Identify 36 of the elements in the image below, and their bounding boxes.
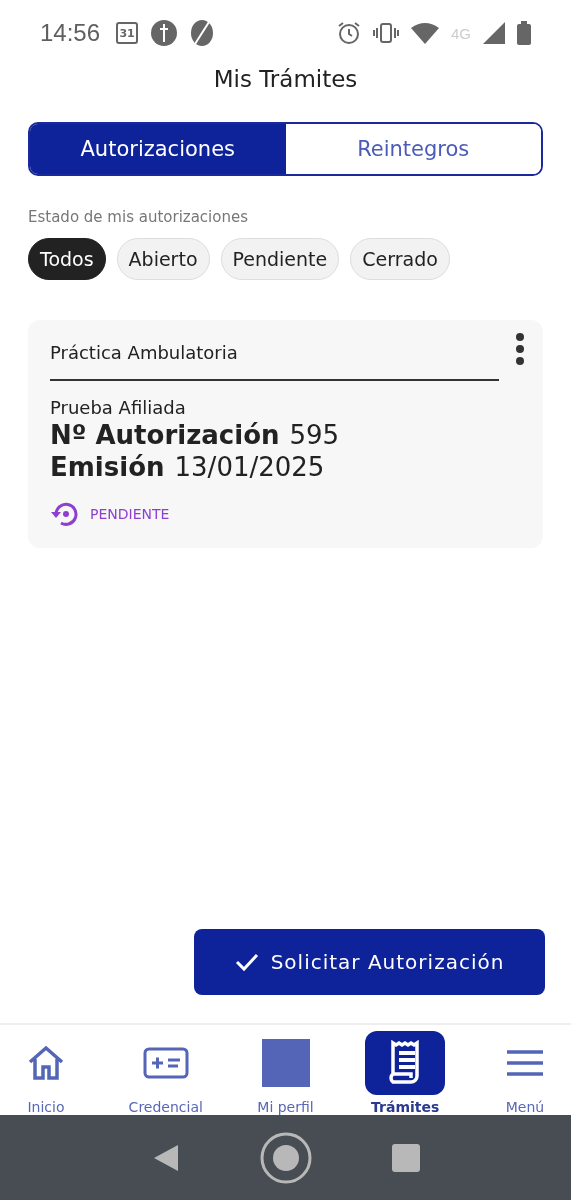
id-card-icon [142,1047,189,1079]
filter-chip[interactable]: Pendiente [220,238,340,280]
avatar-placeholder [261,1039,310,1087]
tab[interactable]: Autorizaciones [30,124,286,174]
nav-item[interactable]: Inicio [6,1025,86,1115]
filter-chip[interactable]: Todos [28,238,106,280]
battery-icon [517,21,531,45]
authorization-number: 595 [289,420,340,450]
page-title: Mis Trámites [212,66,359,94]
slashed-circle-icon [190,19,215,47]
authorization-card[interactable]: Práctica Ambulatoria Prueba Afiliada Nº Autorización 595 Emisión 13/01/2025 PENDIENTE [28,320,543,548]
signal-icon [483,22,505,44]
home-icon [27,1045,65,1081]
date-label: Emisión [50,452,165,482]
vibrate-icon [373,22,399,44]
nav-item[interactable]: Menú [485,1025,565,1115]
check-icon [234,952,259,972]
filter-chip[interactable]: Abierto [116,238,210,280]
calendar-icon: 31 [116,22,139,44]
issue-date: 13/01/2025 [174,452,325,482]
nav-item[interactable]: Mi perfil [245,1025,326,1115]
number-label: Nº Autorización [50,420,280,450]
filter-label: Estado de mis autorizaciones [28,208,249,226]
wifi-icon [411,22,439,44]
status-time: 14:56 [40,19,101,47]
alarm-icon [337,21,361,45]
card-title: Práctica Ambulatoria [50,338,499,381]
filter-chip[interactable]: Cerrado [350,238,450,280]
home-button-icon[interactable] [259,1131,312,1184]
more-options-icon[interactable] [515,332,525,366]
affiliate-name: Prueba Afiliada [50,397,187,418]
request-authorization-button[interactable]: Solicitar Autorización [194,929,545,995]
status-text: PENDIENTE [90,506,170,522]
nav-item[interactable]: Credencial [125,1025,206,1115]
recents-icon[interactable] [391,1143,420,1172]
menu-icon [506,1049,544,1077]
